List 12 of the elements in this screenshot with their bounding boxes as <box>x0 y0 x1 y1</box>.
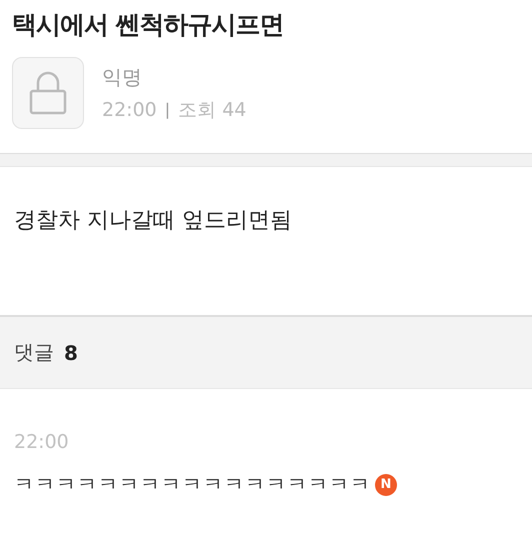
author-name: 익명 <box>102 64 143 90</box>
comment-count: 8 <box>64 340 78 364</box>
post-time: 22:00 <box>102 98 157 120</box>
lock-icon <box>28 71 68 115</box>
separator: | <box>164 100 170 119</box>
view-count: 조회 44 <box>178 98 246 122</box>
comment-text: ㅋㅋㅋㅋㅋㅋㅋㅋㅋㅋㅋㅋㅋㅋㅋㅋㅋ <box>14 471 371 498</box>
comments-label: 댓글 <box>14 339 54 366</box>
post-title: 택시에서 쎈척하규시프면 <box>11 9 285 41</box>
comment-time: 22:00 <box>14 431 70 453</box>
new-badge: N <box>375 474 397 496</box>
post-body: 경찰차 지나갈때 엎드리면됨 <box>13 207 293 235</box>
